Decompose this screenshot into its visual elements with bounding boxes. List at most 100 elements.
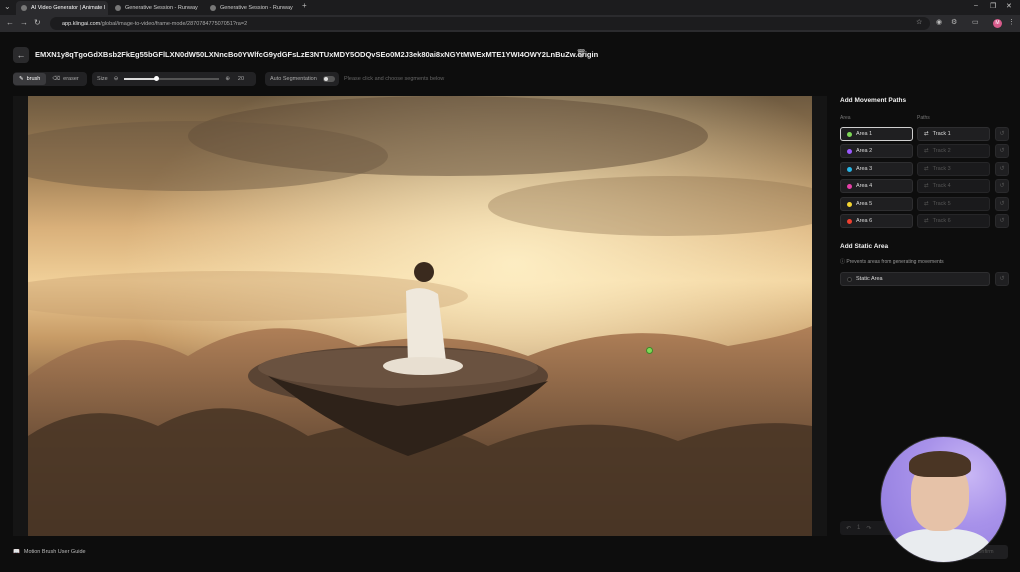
eraser-button[interactable]: ⌫ eraser — [46, 73, 84, 85]
path-icon: ⇄ — [924, 131, 929, 137]
undo-icon[interactable]: ↺ — [995, 214, 1009, 228]
brush-button[interactable]: ✎ brush — [13, 73, 47, 85]
eraser-label: eraser — [63, 76, 79, 82]
area-5-button[interactable]: Area 5 — [840, 197, 913, 211]
tab-runway-1[interactable]: Generative Session - Runway ✕ — [110, 1, 202, 15]
maximize-icon[interactable]: ❐ — [990, 2, 996, 10]
undo-icon[interactable]: ↺ — [995, 179, 1009, 193]
brush-eraser-group: ✎ brush ⌫ eraser — [13, 72, 87, 86]
undo-icon[interactable]: ↺ — [995, 127, 1009, 141]
tab-runway-2[interactable]: Generative Session - Runway ✕ — [205, 1, 297, 15]
trash-icon[interactable]: 🗑 — [576, 49, 586, 58]
undo-icon[interactable]: ↺ — [995, 162, 1009, 176]
area-row-5: Area 5 ⇄ Track 5 ↺ — [840, 197, 1009, 211]
redo-icon[interactable]: ↷ — [866, 525, 871, 532]
track-5-button[interactable]: ⇄ Track 5 — [917, 197, 990, 211]
track-label: Track 3 — [932, 166, 951, 172]
size-slider-knob[interactable] — [153, 76, 159, 81]
size-increase-icon[interactable]: ⊕ — [225, 76, 230, 82]
puzzle-icon[interactable]: ⚙ — [951, 18, 957, 26]
path-icon: ⇄ — [924, 183, 929, 189]
back-button[interactable]: ← — [13, 47, 29, 63]
area-color-dot — [847, 183, 852, 189]
scene-image[interactable] — [28, 96, 812, 536]
new-tab-button[interactable]: + — [302, 1, 307, 10]
area-6-button[interactable]: Area 6 — [840, 214, 913, 228]
area-row-4: Area 4 ⇄ Track 4 ↺ — [840, 179, 1009, 193]
area-color-dot — [847, 218, 852, 224]
track-label: Track 6 — [932, 218, 951, 224]
forward-arrow-icon[interactable]: → — [20, 18, 28, 27]
address-bar-row: ← → ↻ app.klingai.com/global/image-to-vi… — [0, 15, 1020, 32]
tab-label: Generative Session - Runway — [125, 5, 198, 11]
toolbar-hint: Please click and choose segments below — [344, 76, 445, 82]
area-label: Area 3 — [856, 166, 873, 172]
extension-icon[interactable]: ◉ — [936, 18, 942, 26]
area-color-dot — [847, 201, 852, 207]
undo-count: 1 — [857, 525, 861, 531]
presenter-shirt — [891, 529, 991, 562]
close-icon[interactable]: ✕ — [105, 5, 108, 12]
back-arrow-icon[interactable]: ← — [6, 18, 14, 27]
undo-icon[interactable]: ↺ — [995, 272, 1009, 286]
path-icon: ⇄ — [924, 148, 929, 154]
static-note-text: Prevents areas from generating movements — [846, 259, 944, 265]
scene-illustration — [28, 96, 812, 536]
close-icon[interactable]: ✕ — [293, 5, 297, 12]
area-2-button[interactable]: Area 2 — [840, 144, 913, 158]
undo-icon[interactable]: ↺ — [995, 144, 1009, 158]
static-area-label: Static Area — [856, 276, 883, 282]
area-column-header: Area — [840, 115, 851, 121]
area-label: Area 1 — [856, 131, 873, 137]
close-icon[interactable]: ✕ — [198, 5, 202, 12]
tab-label: Generative Session - Runway — [220, 5, 293, 11]
canvas-area[interactable] — [13, 96, 827, 536]
user-guide-link[interactable]: 📖 Motion Brush User Guide — [13, 549, 86, 555]
close-window-icon[interactable]: ✕ — [1006, 2, 1012, 10]
track-label: Track 2 — [932, 148, 951, 154]
undo-icon[interactable]: ↺ — [995, 197, 1009, 211]
static-area-title: Add Static Area — [840, 243, 889, 250]
menu-dots-icon[interactable]: ⋮ — [1008, 18, 1015, 26]
static-area-button[interactable]: Static Area — [840, 272, 990, 286]
area-label: Area 2 — [856, 148, 873, 154]
static-area-note: ⓘ Prevents areas from generating movemen… — [840, 258, 944, 265]
track-2-button[interactable]: ⇄ Track 2 — [917, 144, 990, 158]
bookmark-star-icon[interactable]: ☆ — [916, 18, 922, 26]
profile-avatar[interactable]: M — [993, 19, 1002, 28]
tab-search-icon[interactable]: ⌄ — [4, 2, 11, 11]
brush-icon: ✎ — [19, 76, 24, 82]
size-slider[interactable] — [124, 76, 220, 81]
reload-icon[interactable]: ↻ — [34, 18, 41, 27]
area-3-button[interactable]: Area 3 — [840, 162, 913, 176]
url-input[interactable]: app.klingai.com/global/image-to-video/fr… — [50, 17, 930, 30]
track-1-button[interactable]: ⇄ Track 1 — [917, 127, 990, 141]
track-label: Track 4 — [932, 183, 951, 189]
track-label: Track 1 — [932, 131, 951, 137]
area-row-2: Area 2 ⇄ Track 2 ↺ — [840, 144, 1009, 158]
favicon-icon — [115, 5, 121, 11]
browser-tab-strip: ⌄ AI Video Generator | Animate I ✕ Gener… — [0, 0, 1020, 15]
area-row-6: Area 6 ⇄ Track 6 ↺ — [840, 214, 1009, 228]
size-decrease-icon[interactable]: ⊖ — [114, 76, 119, 82]
sidebar-icon[interactable]: ▭ — [972, 18, 979, 26]
user-guide-label: Motion Brush User Guide — [23, 549, 86, 555]
auto-segmentation-control: Auto Segmentation — [265, 72, 339, 86]
eraser-icon: ⌫ — [52, 76, 61, 82]
track-3-button[interactable]: ⇄ Track 3 — [917, 162, 990, 176]
track-label: Track 5 — [932, 201, 951, 207]
area-color-dot — [847, 131, 852, 137]
area-1-button[interactable]: Area 1 — [840, 127, 913, 141]
auto-segmentation-toggle[interactable] — [322, 76, 335, 82]
area-4-button[interactable]: Area 4 — [840, 179, 913, 193]
undo-icon[interactable]: ↶ — [846, 525, 851, 532]
track-6-button[interactable]: ⇄ Track 6 — [917, 214, 990, 228]
presenter-hair — [909, 451, 971, 477]
presenter-webcam — [880, 436, 1007, 563]
tab-label: AI Video Generator | Animate I — [31, 5, 106, 11]
tab-klingai[interactable]: AI Video Generator | Animate I ✕ — [16, 1, 108, 15]
minimize-icon[interactable]: – — [974, 2, 978, 9]
track-4-button[interactable]: ⇄ Track 4 — [917, 179, 990, 193]
area-row-1: Area 1 ⇄ Track 1 ↺ — [840, 127, 1009, 141]
area-label: Area 5 — [856, 201, 873, 207]
